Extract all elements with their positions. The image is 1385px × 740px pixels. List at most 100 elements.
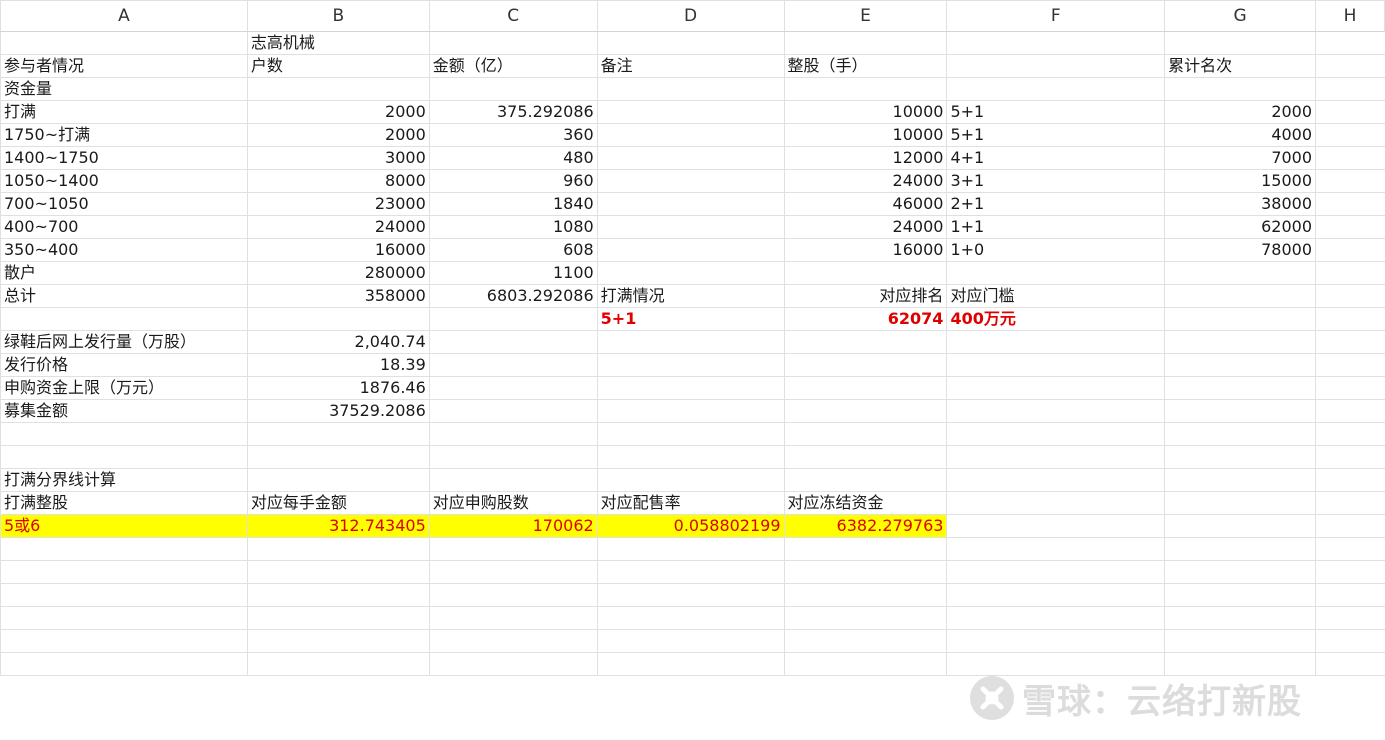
cell-d27[interactable]	[596, 629, 785, 653]
cell-d3[interactable]	[596, 77, 785, 101]
cell-f5[interactable]: 5+1	[946, 123, 1166, 147]
cell-h12[interactable]	[1315, 284, 1385, 308]
column-header-e[interactable]: E	[783, 0, 948, 32]
cell-d22[interactable]: 0.058802199	[596, 514, 785, 538]
cell-a15[interactable]: 发行价格	[0, 353, 248, 377]
cell-c2[interactable]: 金额（亿）	[428, 54, 598, 78]
cell-g15[interactable]	[1164, 353, 1317, 377]
cell-e19[interactable]	[783, 445, 948, 469]
cell-a13[interactable]	[0, 307, 248, 331]
cell-b24[interactable]	[246, 560, 430, 584]
cell-a25[interactable]	[0, 583, 248, 607]
cell-f7[interactable]: 3+1	[946, 169, 1166, 193]
cell-c9[interactable]: 1080	[428, 215, 598, 239]
cell-d14[interactable]	[596, 330, 785, 354]
cell-f23[interactable]	[946, 537, 1166, 561]
cell-a14[interactable]: 绿鞋后网上发行量（万股）	[0, 330, 248, 354]
cell-f15[interactable]	[946, 353, 1166, 377]
cell-f20[interactable]	[946, 468, 1166, 492]
cell-h19[interactable]	[1315, 445, 1385, 469]
cell-f27[interactable]	[946, 629, 1166, 653]
cell-a23[interactable]	[0, 537, 248, 561]
cell-g21[interactable]	[1164, 491, 1317, 515]
cell-f26[interactable]	[946, 606, 1166, 630]
cell-h17[interactable]	[1315, 399, 1385, 423]
cell-h5[interactable]	[1315, 123, 1385, 147]
cell-h28[interactable]	[1315, 652, 1385, 676]
cell-b25[interactable]	[246, 583, 430, 607]
cell-e22[interactable]: 6382.279763	[783, 514, 948, 538]
cell-e12[interactable]: 对应排名	[783, 284, 948, 308]
cell-c14[interactable]	[428, 330, 598, 354]
cell-g2[interactable]: 累计名次	[1164, 54, 1317, 78]
column-header-a[interactable]: A	[0, 0, 248, 32]
cell-h3[interactable]	[1315, 77, 1385, 101]
cell-c16[interactable]	[428, 376, 598, 400]
cell-h21[interactable]	[1315, 491, 1385, 515]
cell-d28[interactable]	[596, 652, 785, 676]
cell-a3[interactable]: 资金量	[0, 77, 248, 101]
cell-d26[interactable]	[596, 606, 785, 630]
cell-a24[interactable]	[0, 560, 248, 584]
cell-c20[interactable]	[428, 468, 598, 492]
cell-c23[interactable]	[428, 537, 598, 561]
cell-d21[interactable]: 对应配售率	[596, 491, 785, 515]
cell-h2[interactable]	[1315, 54, 1385, 78]
cell-f10[interactable]: 1+0	[946, 238, 1166, 262]
cell-e3[interactable]	[783, 77, 948, 101]
cell-e13[interactable]: 62074	[783, 307, 948, 331]
cell-b14[interactable]: 2,040.74	[246, 330, 430, 354]
cell-c13[interactable]	[428, 307, 598, 331]
cell-f25[interactable]	[946, 583, 1166, 607]
cell-a8[interactable]: 700~1050	[0, 192, 248, 216]
cell-f24[interactable]	[946, 560, 1166, 584]
cell-b27[interactable]	[246, 629, 430, 653]
cell-a10[interactable]: 350~400	[0, 238, 248, 262]
cell-h9[interactable]	[1315, 215, 1385, 239]
cell-d4[interactable]	[596, 100, 785, 124]
cell-a21[interactable]: 打满整股	[0, 491, 248, 515]
cell-d16[interactable]	[596, 376, 785, 400]
cell-f18[interactable]	[946, 422, 1166, 446]
cell-d15[interactable]	[596, 353, 785, 377]
cell-e2[interactable]: 整股（手）	[783, 54, 948, 78]
cell-g25[interactable]	[1164, 583, 1317, 607]
cell-c18[interactable]	[428, 422, 598, 446]
cell-h20[interactable]	[1315, 468, 1385, 492]
cell-e21[interactable]: 对应冻结资金	[783, 491, 948, 515]
cell-e9[interactable]: 24000	[783, 215, 948, 239]
cell-a20[interactable]: 打满分界线计算	[0, 468, 248, 492]
cell-b16[interactable]: 1876.46	[246, 376, 430, 400]
cell-a26[interactable]	[0, 606, 248, 630]
cell-g13[interactable]	[1164, 307, 1317, 331]
cell-b15[interactable]: 18.39	[246, 353, 430, 377]
cell-e27[interactable]	[783, 629, 948, 653]
cell-a1[interactable]	[0, 31, 248, 55]
cell-d24[interactable]	[596, 560, 785, 584]
column-header-f[interactable]: F	[946, 0, 1166, 32]
cell-h13[interactable]	[1315, 307, 1385, 331]
cell-h8[interactable]	[1315, 192, 1385, 216]
cell-c24[interactable]	[428, 560, 598, 584]
cell-g7[interactable]: 15000	[1164, 169, 1317, 193]
cell-g8[interactable]: 38000	[1164, 192, 1317, 216]
cell-b11[interactable]: 280000	[246, 261, 430, 285]
cell-b20[interactable]	[246, 468, 430, 492]
cell-d1[interactable]	[596, 31, 785, 55]
cell-h23[interactable]	[1315, 537, 1385, 561]
cell-h15[interactable]	[1315, 353, 1385, 377]
cell-d13[interactable]: 5+1	[596, 307, 785, 331]
cell-d11[interactable]	[596, 261, 785, 285]
cell-g11[interactable]	[1164, 261, 1317, 285]
cell-f3[interactable]	[946, 77, 1166, 101]
cell-b2[interactable]: 户数	[246, 54, 430, 78]
cell-f6[interactable]: 4+1	[946, 146, 1166, 170]
cell-c15[interactable]	[428, 353, 598, 377]
cell-d25[interactable]	[596, 583, 785, 607]
cell-e24[interactable]	[783, 560, 948, 584]
cell-g1[interactable]	[1164, 31, 1317, 55]
cell-a16[interactable]: 申购资金上限（万元）	[0, 376, 248, 400]
cell-g20[interactable]	[1164, 468, 1317, 492]
column-header-b[interactable]: B	[246, 0, 430, 32]
cell-g10[interactable]: 78000	[1164, 238, 1317, 262]
